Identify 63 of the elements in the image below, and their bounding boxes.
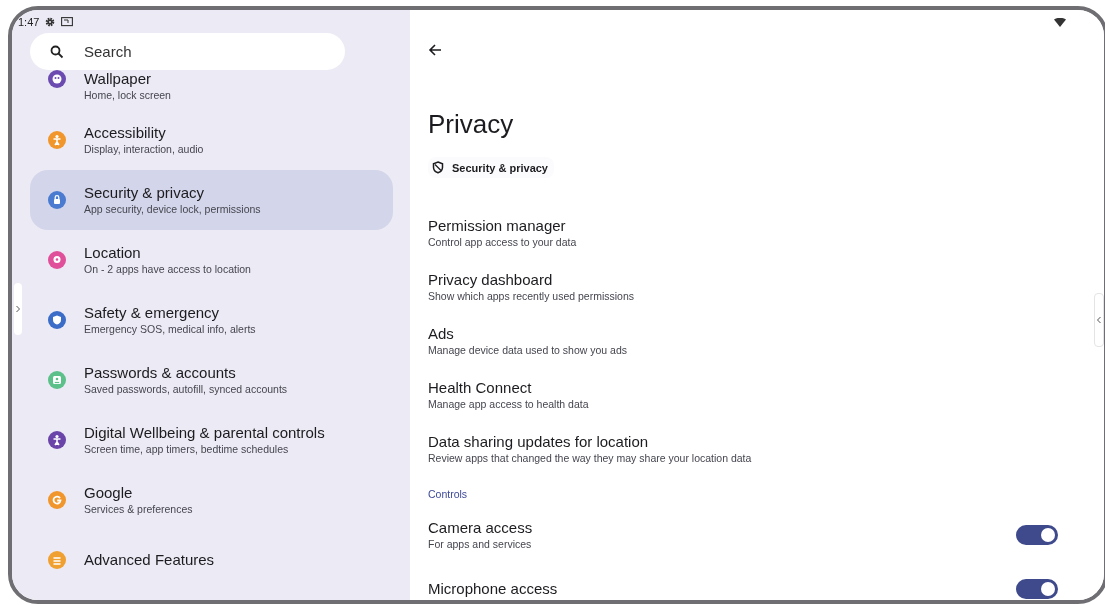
- screen-icon: [61, 17, 74, 27]
- sidebar-item[interactable]: Google Services & preferences: [30, 470, 393, 530]
- item-subtitle: Services & preferences: [84, 502, 193, 516]
- item-title: Privacy dashboard: [428, 271, 554, 289]
- item-title: Ads: [428, 325, 455, 343]
- item-title: Advanced Features: [84, 551, 215, 569]
- sidebar-item[interactable]: Location On - 2 apps have access to location: [30, 230, 393, 290]
- item-subtitle: Saved passwords, autofill, synced accounts: [84, 382, 288, 396]
- breadcrumb-chip[interactable]: Security & privacy: [428, 157, 554, 178]
- settings-row[interactable]: Health Connect Manage app access to health data: [428, 368, 1088, 422]
- item-title: Safety & emergency: [84, 304, 221, 322]
- settings-row[interactable]: Privacy dashboard Show which apps recently used permissions: [428, 260, 1088, 314]
- chevron-left-icon: [1096, 316, 1102, 324]
- item-title: Passwords & accounts: [84, 364, 237, 382]
- item-subtitle: On - 2 apps have access to location: [84, 262, 251, 276]
- item-subtitle: Manage app access to health data: [428, 397, 589, 411]
- item-subtitle: App security, device lock, permissions: [84, 202, 261, 216]
- item-title: Location: [84, 244, 142, 262]
- item-title: Accessibility: [84, 124, 167, 142]
- sidebar-item[interactable]: Security & privacy App security, device lock, permissions: [30, 170, 393, 230]
- sidebar-item[interactable]: Wallpaper Home, lock screen: [30, 70, 393, 110]
- settings-row[interactable]: Microphone access: [428, 562, 1088, 600]
- item-title: Data sharing updates for location: [428, 433, 650, 451]
- chevron-right-icon: [15, 305, 21, 313]
- item-subtitle: For apps and services: [428, 537, 533, 551]
- search-icon: [50, 45, 64, 59]
- item-subtitle: Emergency SOS, medical info, alerts: [84, 322, 256, 336]
- sidebar-item[interactable]: Safety & emergency Emergency SOS, medical info, alerts: [30, 290, 393, 350]
- item-subtitle: Control app access to your data: [428, 235, 577, 249]
- item-subtitle: Home, lock screen: [84, 88, 171, 102]
- clock-time: 1:47: [18, 16, 40, 28]
- settings-row[interactable]: Ads Manage device data used to show you ads: [428, 314, 1088, 368]
- settings-row[interactable]: Data sharing updates for location Review apps that changed the way they may share your location data: [428, 422, 1088, 476]
- item-title: Wallpaper: [84, 70, 152, 88]
- item-title: Permission manager: [428, 217, 567, 235]
- item-subtitle: Screen time, app timers, bedtime schedules: [84, 442, 290, 456]
- sidebar-item[interactable]: Passwords & accounts Saved passwords, autofill, synced accounts: [30, 350, 393, 410]
- page-title: Privacy: [428, 109, 515, 139]
- item-subtitle: Display, interaction, audio: [84, 142, 204, 156]
- side-handle[interactable]: [14, 283, 22, 335]
- item-subtitle: Manage device data used to show you ads: [428, 343, 628, 357]
- sidebar-item[interactable]: Advanced Features: [30, 530, 393, 590]
- item-title: Google: [84, 484, 134, 502]
- item-title: Health Connect: [428, 379, 533, 397]
- toggle-switch[interactable]: [1016, 525, 1058, 545]
- gear-icon: [45, 17, 56, 27]
- section-header: Controls: [428, 488, 468, 500]
- settings-row[interactable]: Permission manager Control app access to your data: [428, 206, 1088, 260]
- item-title: Digital Wellbeing & parental controls: [84, 424, 325, 442]
- item-subtitle: Show which apps recently used permissions: [428, 289, 635, 303]
- sidebar-item[interactable]: Digital Wellbeing & parental controls Screen time, app timers, bedtime schedules: [30, 410, 393, 470]
- search-field[interactable]: Search: [30, 33, 345, 70]
- item-title: Security & privacy: [84, 184, 206, 202]
- item-subtitle: Review apps that changed the way they may share your location data: [428, 451, 752, 465]
- back-arrow-icon[interactable]: [428, 43, 442, 57]
- item-title: Camera access: [428, 519, 533, 537]
- shield-icon: [432, 161, 444, 174]
- toggle-switch[interactable]: [1016, 579, 1058, 599]
- side-handle[interactable]: [1094, 293, 1104, 347]
- wifi-icon: [1054, 18, 1066, 27]
- item-title: Microphone access: [428, 580, 558, 598]
- settings-row[interactable]: Camera access For apps and services: [428, 508, 1088, 562]
- sidebar-item[interactable]: Accessibility Display, interaction, audio: [30, 110, 393, 170]
